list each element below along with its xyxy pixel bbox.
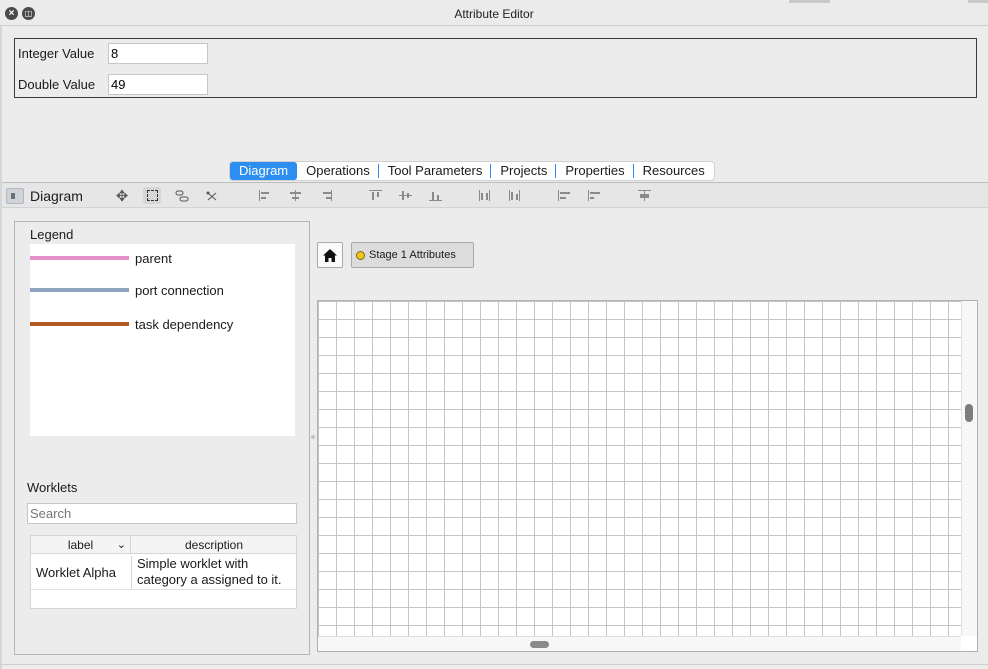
table-header: label ⌄ description <box>31 536 296 554</box>
tab-resources[interactable]: Resources <box>634 162 714 180</box>
align-left-icon[interactable] <box>259 190 273 201</box>
tab-projects[interactable]: Projects <box>491 162 557 180</box>
left-edge <box>0 26 2 669</box>
diagram-toolbar: Diagram ✥ <box>2 183 988 208</box>
worklets-search-input[interactable] <box>27 503 297 524</box>
tab-bar: Diagram Operations Tool Parameters Proje… <box>229 161 715 181</box>
integer-value-row: Integer Value <box>18 42 208 64</box>
align-middle-icon[interactable] <box>399 190 413 201</box>
dock-panel-icon[interactable] <box>6 188 24 204</box>
legend-label: task dependency <box>135 316 234 332</box>
distribute-vertical-icon[interactable] <box>508 190 522 201</box>
bottom-border <box>0 664 988 665</box>
worklet-description: Simple worklet with category a assigned … <box>131 556 297 589</box>
align-bottom-icon[interactable] <box>429 190 443 201</box>
table-row[interactable]: Worklet Alpha Simple worklet with catego… <box>31 555 296 590</box>
top-strip <box>789 0 830 3</box>
breadcrumb-stage[interactable]: Stage 1 Attributes <box>351 242 474 268</box>
scroll-corner <box>961 636 977 651</box>
layout-icon[interactable] <box>638 190 652 201</box>
worklets-table: label ⌄ description Worklet Alpha Simple… <box>30 535 297 609</box>
worklet-label: Worklet Alpha <box>36 565 116 580</box>
window-title: Attribute Editor <box>454 7 534 21</box>
double-value-field[interactable] <box>108 73 208 95</box>
splitter-handle[interactable] <box>311 435 315 439</box>
tab-operations[interactable]: Operations <box>297 162 379 180</box>
integer-value-field[interactable] <box>108 42 208 64</box>
double-value-row: Double Value <box>18 73 208 95</box>
diagram-canvas[interactable] <box>317 300 978 652</box>
align-right-icon[interactable] <box>319 190 333 201</box>
left-pane: Legend parent port connection task depen… <box>14 221 310 655</box>
legend-line-parent <box>30 256 129 260</box>
same-height-icon[interactable] <box>588 190 602 201</box>
delete-connection-icon[interactable] <box>203 187 221 204</box>
legend-title: Legend <box>30 227 74 242</box>
tab-diagram[interactable]: Diagram <box>230 162 298 180</box>
align-center-icon[interactable] <box>289 190 303 201</box>
chevron-down-icon[interactable]: ⌄ <box>117 536 126 554</box>
attribute-panel: Integer Value Double Value <box>14 38 977 98</box>
worklets-title: Worklets <box>27 480 78 495</box>
breadcrumb-label: Stage 1 Attributes <box>369 249 456 261</box>
legend-item-task-dependency: task dependency <box>30 316 233 332</box>
legend-line-port-connection <box>30 288 129 292</box>
align-top-icon[interactable] <box>369 190 383 201</box>
same-width-icon[interactable] <box>558 190 572 201</box>
column-header-label[interactable]: label ⌄ <box>31 536 131 554</box>
connect-icon[interactable] <box>173 187 191 204</box>
horizontal-scrollbar[interactable] <box>318 636 961 651</box>
legend-box: parent port connection task dependency <box>30 244 295 436</box>
tab-properties[interactable]: Properties <box>556 162 634 180</box>
title-bar: × ◫ Attribute Editor <box>0 0 988 26</box>
legend-line-task-dependency <box>30 322 129 326</box>
distribute-horizontal-icon[interactable] <box>478 190 492 201</box>
tab-tool-parameters[interactable]: Tool Parameters <box>379 162 492 180</box>
integer-value-label: Integer Value <box>18 45 95 61</box>
vertical-scrollbar[interactable] <box>961 301 977 636</box>
horizontal-scroll-thumb[interactable] <box>530 641 549 648</box>
home-icon <box>323 248 337 262</box>
vertical-scroll-thumb[interactable] <box>965 404 973 422</box>
legend-label: parent <box>135 250 172 266</box>
select-icon[interactable] <box>143 187 161 204</box>
double-value-label: Double Value <box>18 76 96 92</box>
legend-item-port-connection: port connection <box>30 282 224 298</box>
stage-status-icon <box>356 250 365 260</box>
home-button[interactable] <box>317 242 343 268</box>
move-icon[interactable]: ✥ <box>113 187 131 205</box>
column-header-description[interactable]: description <box>131 536 297 554</box>
legend-label: port connection <box>135 282 224 298</box>
legend-item-parent: parent <box>30 250 172 266</box>
top-strip <box>968 0 988 3</box>
toolbar-title: Diagram <box>30 188 83 204</box>
